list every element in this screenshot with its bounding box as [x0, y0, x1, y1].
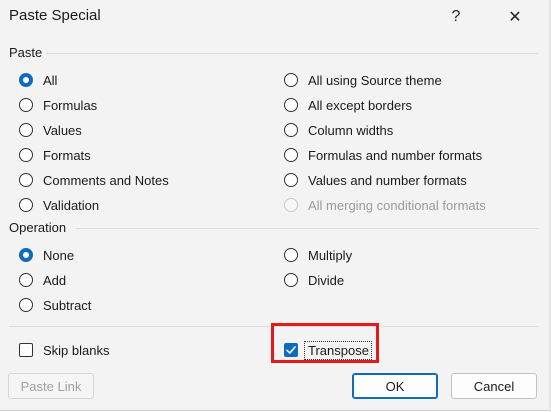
paste-option-label: Values and number formats	[308, 172, 467, 188]
paste-option-label: Comments and Notes	[43, 172, 169, 188]
paste-option-values[interactable]: Values	[19, 120, 82, 140]
paste-option-formulas[interactable]: Formulas	[19, 95, 97, 115]
paste-option-all-using-source-theme[interactable]: All using Source theme	[284, 70, 442, 90]
paste-option-comments-and-notes[interactable]: Comments and Notes	[19, 170, 169, 190]
paste-option-label: Formats	[43, 147, 91, 163]
dialog-title: Paste Special	[9, 7, 101, 24]
radio-values-and-number-formats[interactable]	[284, 173, 298, 187]
paste-option-label: Formulas	[43, 97, 98, 113]
paste-option-label: Formulas and number formats	[308, 147, 483, 163]
paste-option-all[interactable]: All	[19, 70, 57, 90]
title-bar: Paste Special ? ✕	[0, 0, 549, 36]
paste-option-formulas-and-number-formats[interactable]: Formulas and number formats	[284, 145, 482, 165]
radio-formulas-and-number-formats[interactable]	[284, 148, 298, 162]
cancel-button[interactable]: Cancel	[451, 373, 537, 399]
radio-formulas[interactable]	[19, 98, 33, 112]
operation-option-divide[interactable]: Divide	[284, 270, 344, 290]
operation-option-multiply[interactable]: Multiply	[284, 245, 352, 265]
operation-option-label: Add	[43, 272, 67, 288]
paste-option-validation[interactable]: Validation	[19, 195, 99, 215]
paste-link-button[interactable]: Paste Link	[8, 373, 94, 399]
operation-option-none[interactable]: None	[19, 245, 74, 265]
radio-add[interactable]	[19, 273, 33, 287]
operation-option-label: None	[43, 247, 75, 263]
radio-validation[interactable]	[19, 198, 33, 212]
transpose-highlight-box	[271, 323, 379, 363]
paste-option-label: Values	[43, 122, 82, 138]
help-button[interactable]: ?	[434, 2, 478, 32]
operation-option-add[interactable]: Add	[19, 270, 66, 290]
skip-blanks-option[interactable]: Skip blanks	[19, 340, 109, 360]
radio-all-merging-conditional-formats	[284, 198, 298, 212]
radio-comments-and-notes[interactable]	[19, 173, 33, 187]
skip-blanks-checkbox[interactable]	[19, 343, 33, 357]
paste-option-all-merging-conditional-formats: All merging conditional formats	[284, 195, 486, 215]
help-icon: ?	[451, 8, 461, 25]
paste-option-label: All using Source theme	[308, 72, 442, 88]
paste-option-label: All merging conditional formats	[308, 197, 486, 213]
radio-values[interactable]	[19, 123, 33, 137]
radio-all-except-borders[interactable]	[284, 98, 298, 112]
paste-section-divider	[46, 53, 538, 54]
radio-subtract[interactable]	[19, 298, 33, 312]
paste-option-column-widths[interactable]: Column widths	[284, 120, 393, 140]
paste-option-label: All	[43, 72, 58, 88]
close-icon: ✕	[508, 9, 522, 26]
operation-option-label: Divide	[308, 272, 345, 288]
paste-option-label: Validation	[43, 197, 100, 213]
radio-divide[interactable]	[284, 273, 298, 287]
paste-section-label: Paste	[9, 45, 43, 60]
operation-option-label: Multiply	[308, 247, 353, 263]
operation-option-label: Subtract	[43, 297, 92, 313]
radio-column-widths[interactable]	[284, 123, 298, 137]
radio-formats[interactable]	[19, 148, 33, 162]
operation-option-subtract[interactable]: Subtract	[19, 295, 91, 315]
skip-blanks-label: Skip blanks	[43, 342, 110, 358]
radio-none[interactable]	[19, 248, 33, 262]
ok-button[interactable]: OK	[352, 373, 438, 399]
radio-all[interactable]	[19, 73, 33, 87]
operation-section-divider	[76, 228, 538, 229]
radio-all-using-source-theme[interactable]	[284, 73, 298, 87]
paste-special-dialog: Paste Special ? ✕ Paste All Formulas Val…	[0, 0, 550, 411]
paste-option-formats[interactable]: Formats	[19, 145, 91, 165]
paste-option-all-except-borders[interactable]: All except borders	[284, 95, 412, 115]
paste-option-label: Column widths	[308, 122, 394, 138]
radio-multiply[interactable]	[284, 248, 298, 262]
close-button[interactable]: ✕	[493, 2, 537, 32]
paste-option-values-and-number-formats[interactable]: Values and number formats	[284, 170, 467, 190]
operation-section-label: Operation	[9, 220, 67, 235]
paste-option-label: All except borders	[308, 97, 413, 113]
